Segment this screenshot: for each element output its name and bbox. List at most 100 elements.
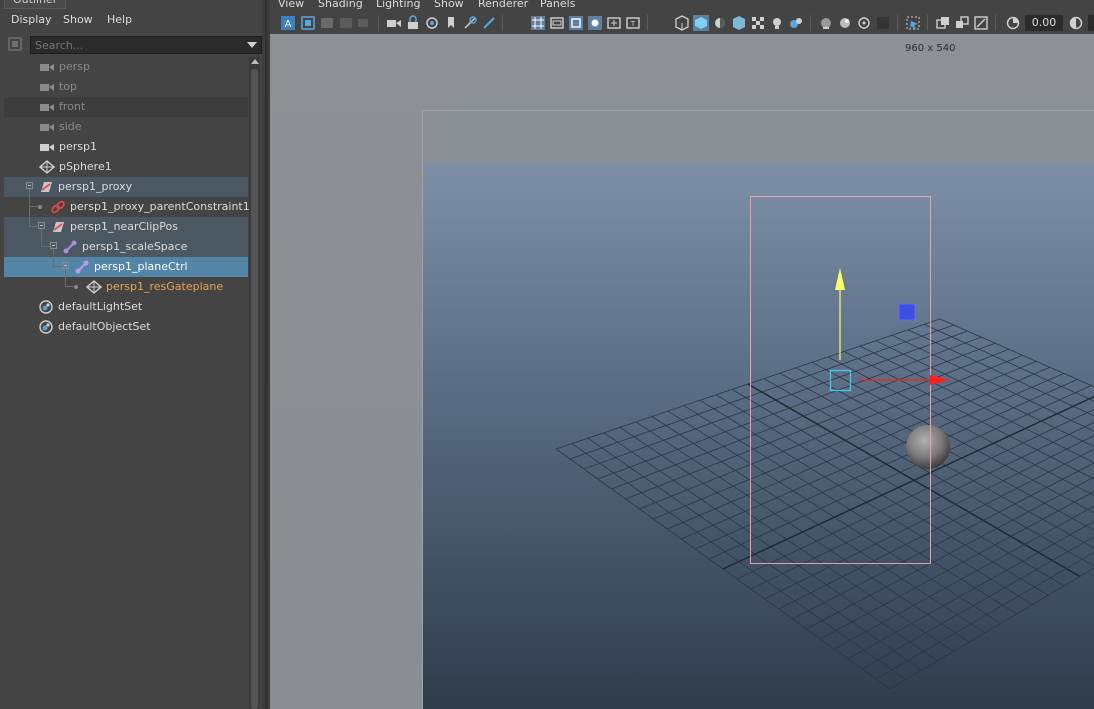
toolbar-separator	[927, 15, 928, 31]
tree-row-front[interactable]: front	[4, 97, 248, 117]
checker-icon[interactable]	[750, 15, 766, 31]
search-field[interactable]	[30, 36, 262, 54]
exposure-field[interactable]: 0.00	[1025, 15, 1063, 31]
collapse-toggle[interactable]	[50, 242, 57, 249]
tree-row-label: defaultLightSet	[58, 300, 143, 313]
grid-icon[interactable]	[530, 15, 546, 31]
viewport-panel: View Shading Lighting Show Renderer Pane…	[270, 0, 1094, 709]
gate-mask-icon[interactable]	[587, 15, 603, 31]
isolate-icon[interactable]	[818, 15, 834, 31]
shadows-icon[interactable]	[788, 15, 804, 31]
sphere-object[interactable]	[906, 425, 950, 469]
menu-view[interactable]: View	[278, 0, 304, 10]
gamma-field[interactable]	[1088, 15, 1094, 31]
locator-icon	[63, 240, 77, 254]
safe-title-icon[interactable]: T	[625, 15, 641, 31]
search-input[interactable]	[31, 37, 245, 53]
scroll-up-icon[interactable]	[251, 59, 259, 64]
menu-renderer[interactable]: Renderer	[478, 0, 528, 10]
tree-row-side[interactable]: side	[4, 117, 248, 137]
transform-icon[interactable]	[462, 15, 478, 31]
svg-text:A: A	[285, 19, 292, 30]
z-axis-handle[interactable]	[898, 303, 916, 321]
tree-row-label: side	[59, 120, 82, 133]
set-icon	[39, 320, 53, 334]
menu-show[interactable]: Show	[63, 13, 93, 26]
camera-icon	[40, 64, 54, 71]
depth-of-field-icon[interactable]	[973, 15, 989, 31]
lock-camera-icon[interactable]	[405, 15, 421, 31]
tree-guide-line	[53, 266, 63, 267]
tree-row-persp1[interactable]: persp1	[4, 137, 248, 157]
tree-row-label: defaultObjectSet	[58, 320, 151, 333]
outliner-title: Outliner	[4, 0, 67, 9]
outliner-scrollbar[interactable]	[249, 57, 260, 709]
tumble-icon[interactable]	[424, 15, 440, 31]
gamma-icon[interactable]	[1068, 15, 1084, 31]
tree-row-psphere1[interactable]: pSphere1	[4, 157, 248, 177]
menu-help[interactable]: Help	[107, 13, 132, 26]
camera-attributes-icon[interactable]	[300, 15, 316, 31]
wireframe-icon[interactable]	[674, 15, 690, 31]
3d-viewport[interactable]: 960 x 540	[270, 34, 1094, 709]
collapse-toggle[interactable]	[62, 262, 69, 269]
grid-line	[806, 476, 1094, 630]
tree-row-parent-constraint[interactable]: persp1_proxy_parentConstraint1	[4, 197, 250, 217]
tree-guide-line	[29, 206, 39, 207]
film-gate-icon[interactable]	[356, 15, 372, 31]
tree-row-label: front	[59, 100, 86, 113]
tree-row-label: persp	[59, 60, 90, 73]
ambient-occlusion-icon[interactable]	[905, 15, 921, 31]
scroll-thumb[interactable]	[251, 69, 258, 709]
tree-row-resgateplane[interactable]: persp1_resGateplane	[4, 277, 248, 297]
toolbar-separator	[810, 15, 811, 31]
search-dropdown-icon[interactable]	[247, 42, 257, 48]
toolbar-separator	[502, 15, 503, 31]
lighting-icon[interactable]	[769, 15, 785, 31]
camera-select-icon[interactable]: A	[280, 15, 296, 31]
tree-row-label: persp1_proxy_parentConstraint1	[70, 200, 250, 213]
filter-icon[interactable]	[8, 37, 22, 51]
bookmark-flag-icon[interactable]	[443, 15, 459, 31]
tree-row-planectrl[interactable]: persp1_planeCtrl	[4, 257, 248, 277]
menu-lighting[interactable]: Lighting	[376, 0, 420, 10]
collapse-toggle[interactable]	[38, 222, 45, 229]
xray-components-icon[interactable]	[875, 15, 891, 31]
collapse-toggle[interactable]	[26, 182, 33, 189]
exposure-icon[interactable]	[1005, 15, 1021, 31]
default-material-icon[interactable]	[712, 15, 728, 31]
tree-guide-line	[29, 189, 30, 206]
field-chart-icon[interactable]	[606, 15, 622, 31]
tree-guide-line	[41, 229, 42, 247]
resolution-gate-icon[interactable]	[568, 15, 584, 31]
motion-blur-icon[interactable]	[935, 15, 951, 31]
tree-row-persp[interactable]: persp	[4, 57, 248, 77]
menu-display[interactable]: Display	[11, 13, 52, 26]
film-gate-toggle-icon[interactable]	[549, 15, 565, 31]
camera-icon	[40, 124, 54, 131]
paint-icon[interactable]	[481, 15, 497, 31]
camera-icon	[40, 104, 54, 111]
tree-row-persp1-proxy[interactable]: persp1_proxy	[4, 177, 248, 197]
tree-guide-line	[41, 246, 51, 247]
viewport-menubar: View Shading Lighting Show Renderer Pane…	[270, 0, 1094, 12]
multisample-icon[interactable]	[954, 15, 970, 31]
tree-row-top[interactable]: top	[4, 77, 248, 97]
smooth-shade-icon[interactable]	[693, 15, 709, 31]
bookmarks-icon[interactable]	[319, 15, 335, 31]
toolbar-separator	[995, 15, 996, 31]
tree-row-defaultobjectset[interactable]: defaultObjectSet	[4, 317, 248, 337]
xray-joints-icon[interactable]	[856, 15, 872, 31]
tree-guide-line	[53, 249, 54, 267]
panel-splitter[interactable]	[262, 0, 270, 709]
scene-canvas[interactable]	[270, 34, 1094, 709]
menu-panels[interactable]: Panels	[540, 0, 575, 10]
y-axis-arrow[interactable]	[835, 268, 845, 290]
xray-icon[interactable]	[837, 15, 853, 31]
textured-icon[interactable]	[731, 15, 747, 31]
menu-shading[interactable]: Shading	[318, 0, 363, 10]
menu-show[interactable]: Show	[434, 0, 464, 10]
tree-row-defaultlightset[interactable]: defaultLightSet	[4, 297, 248, 317]
image-plane-icon[interactable]	[338, 15, 354, 31]
camera-icon[interactable]	[386, 15, 402, 31]
